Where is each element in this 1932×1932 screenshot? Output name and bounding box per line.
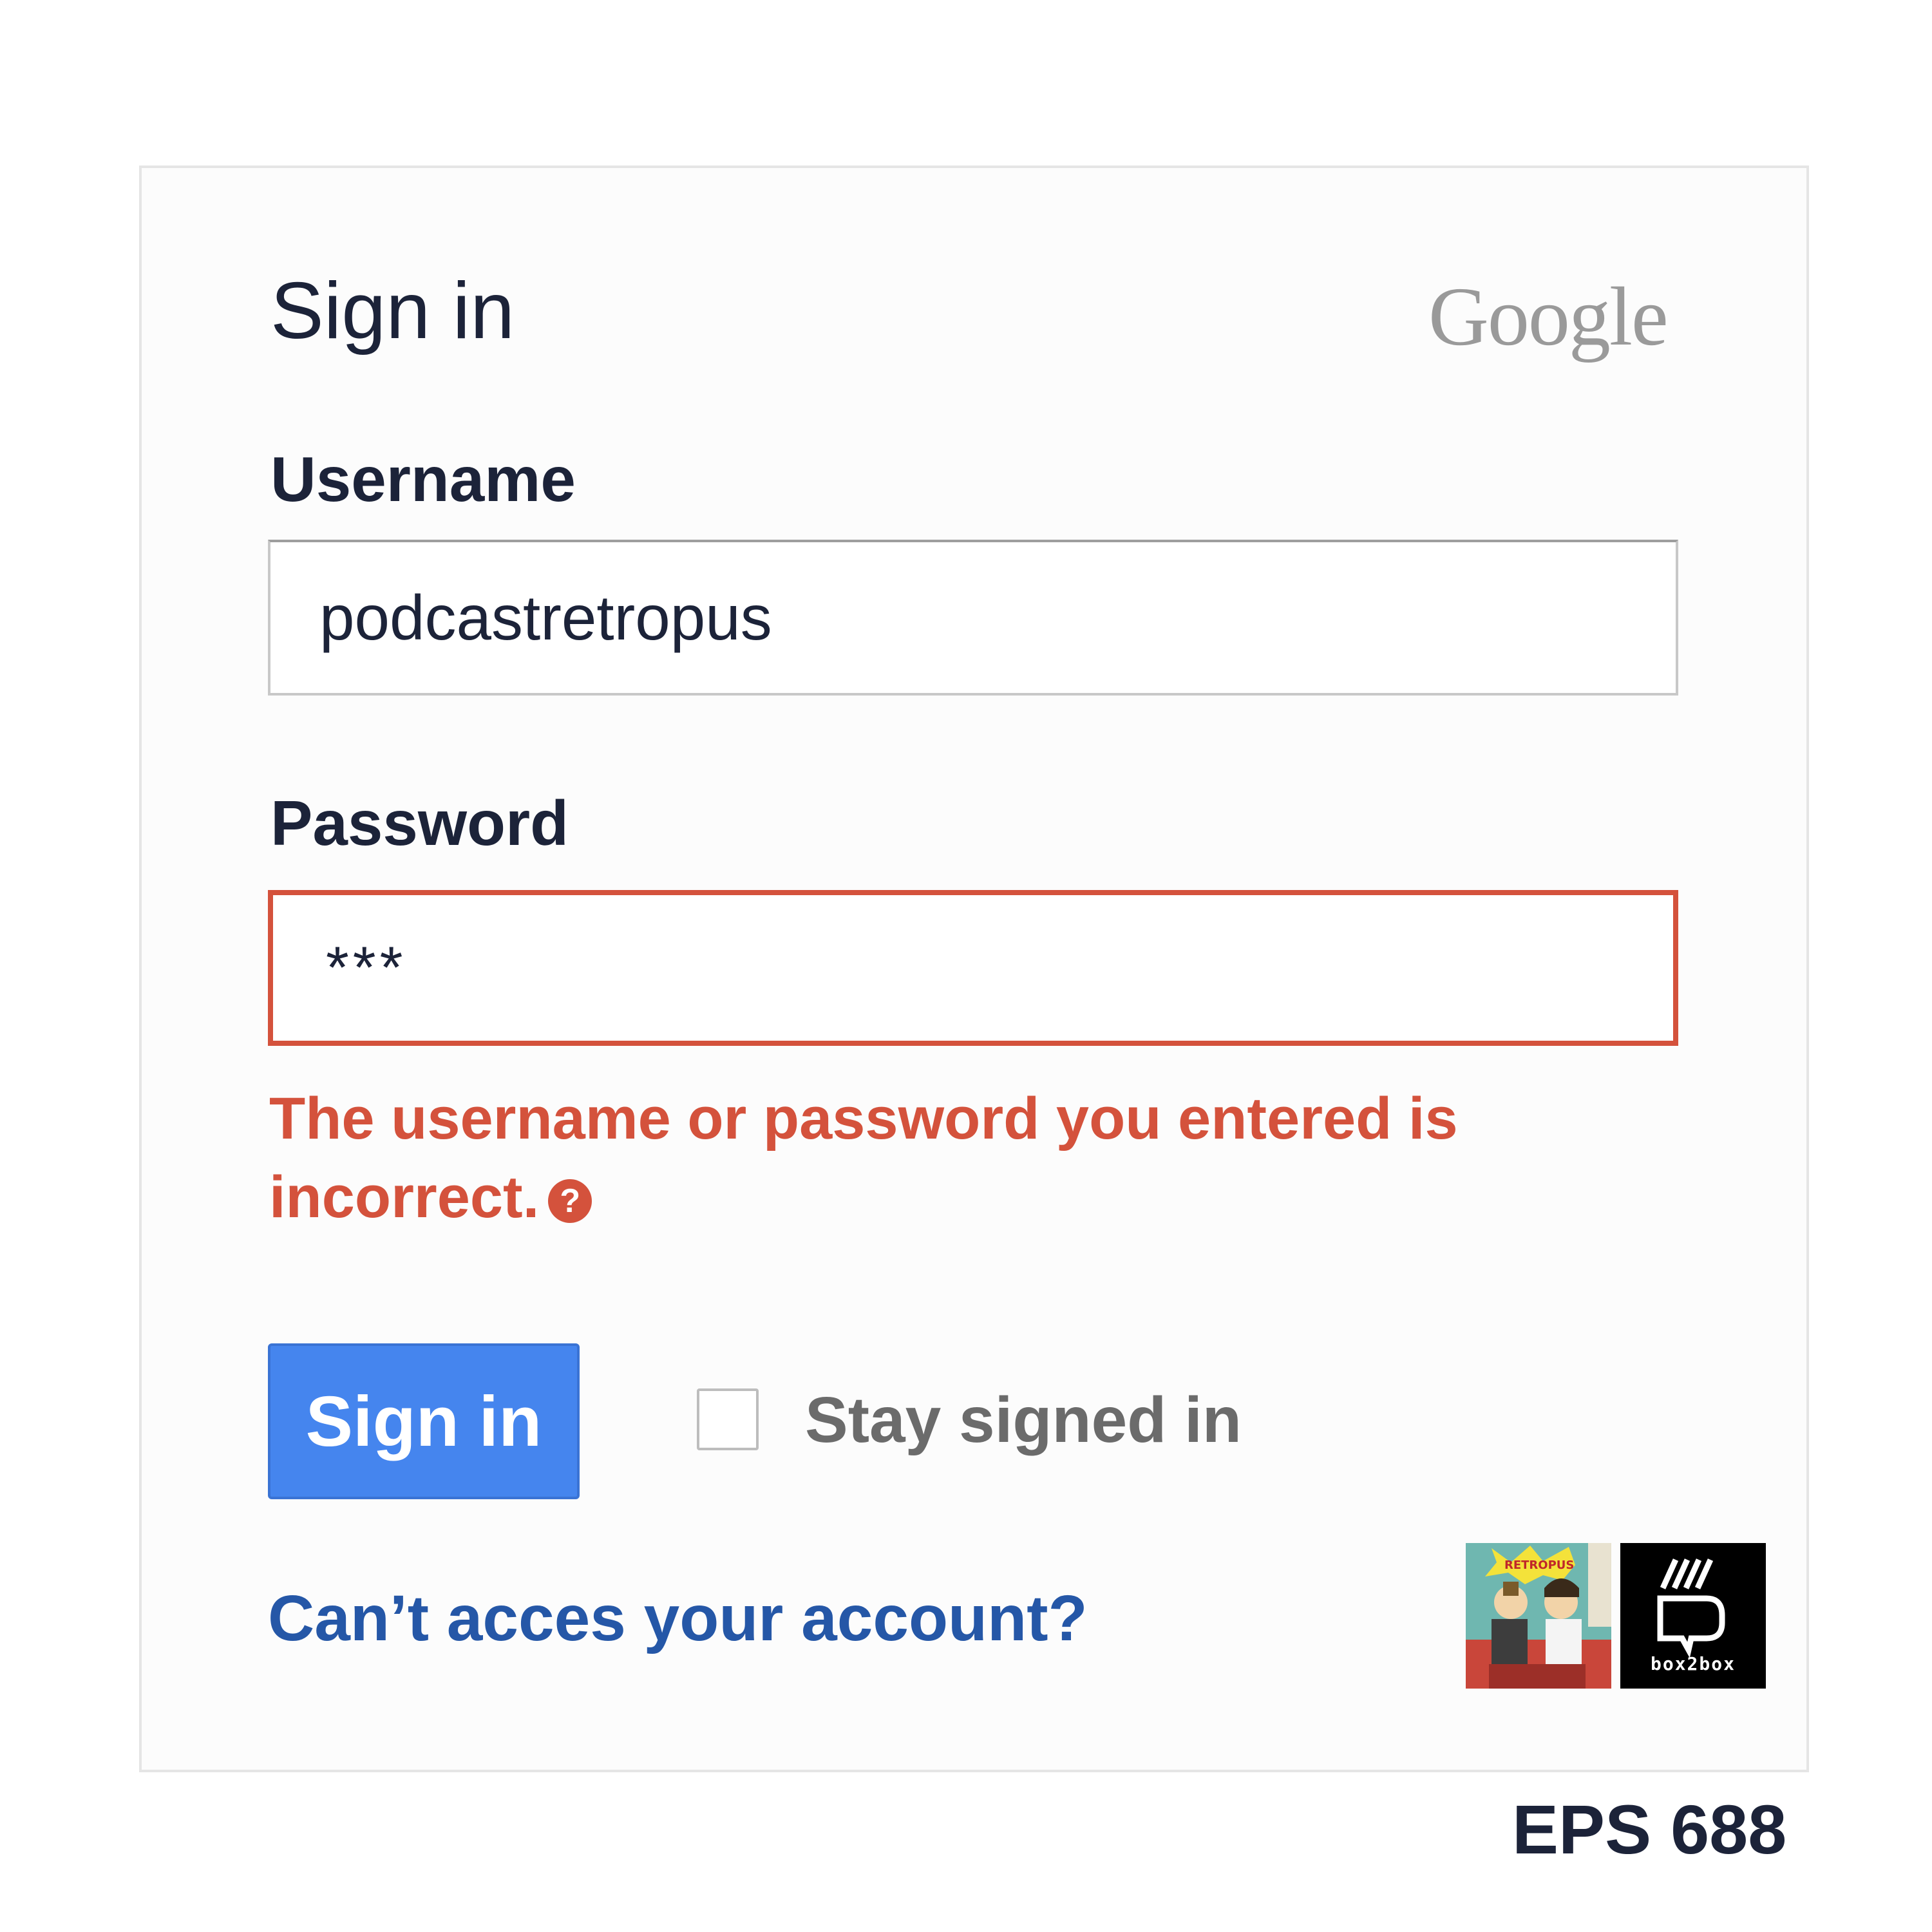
username-field[interactable] bbox=[268, 540, 1678, 696]
google-logo: Google bbox=[1428, 270, 1669, 363]
retropus-artwork: RETROPUS bbox=[1466, 1543, 1611, 1689]
error-message: The username or password you entered is … bbox=[269, 1086, 1458, 1230]
retropus-logo: RETROPUS bbox=[1466, 1543, 1611, 1689]
password-label: Password bbox=[270, 788, 569, 858]
stay-signed-in-checkbox[interactable] bbox=[697, 1388, 759, 1450]
svg-text:RETROPUS: RETROPUS bbox=[1504, 1558, 1574, 1572]
box2box-logo: box2box bbox=[1620, 1543, 1766, 1689]
page: Sign in Google Username Password The use… bbox=[0, 0, 1932, 1932]
username-label: Username bbox=[270, 444, 576, 515]
cant-access-account-link[interactable]: Can’t acces your account? bbox=[268, 1577, 1088, 1660]
sign-in-button[interactable]: Sign in bbox=[268, 1343, 580, 1499]
episode-label: EPS 688 bbox=[1512, 1790, 1787, 1868]
stay-signed-in-label[interactable]: Stay signed in bbox=[805, 1378, 1242, 1462]
help-icon[interactable]: ? bbox=[548, 1179, 592, 1223]
password-field[interactable] bbox=[268, 890, 1678, 1046]
page-title: Sign in bbox=[270, 267, 515, 355]
box2box-label: box2box bbox=[1650, 1653, 1736, 1674]
error-message-container: The username or password you entered is … bbox=[269, 1079, 1557, 1236]
